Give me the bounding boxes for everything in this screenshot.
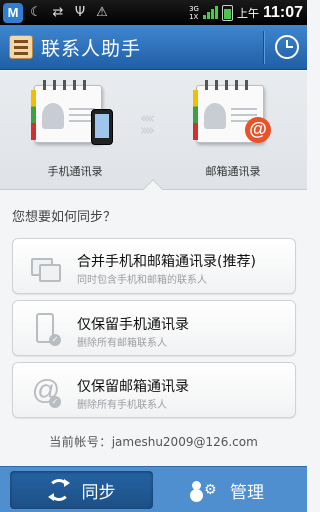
option-merge-button[interactable]: 合并手机和邮箱通讯录(推荐) 同时包含手机和邮箱的联系人 bbox=[12, 238, 296, 294]
option-merge-title: 合并手机和邮箱通讯录(推荐) bbox=[77, 254, 256, 270]
network-type: 3G 1X bbox=[189, 5, 199, 21]
warning-icon: ⚠ bbox=[96, 5, 108, 20]
option-keep-phone-subtitle: 删除所有邮箱联系人 bbox=[77, 338, 167, 349]
current-account: 当前帐号：jameshu2009@126.com bbox=[0, 433, 307, 450]
sync-icon bbox=[47, 479, 70, 501]
network-bottom-label: 1X bbox=[189, 12, 199, 21]
bottom-tab-bar: 同步 管理 bbox=[0, 466, 307, 512]
option-keep-email-title: 仅保留邮箱通讯录 bbox=[77, 379, 189, 395]
sync-direction-arrows-icon: ‹‹‹‹ ›››› bbox=[140, 109, 155, 139]
mobile-phone-icon bbox=[91, 109, 113, 145]
tab-sync-label: 同步 bbox=[81, 482, 116, 503]
status-bar: M ☾ ⇄ Ψ ⚠ 3G 1X 上午 11:07 bbox=[0, 0, 307, 25]
battery-icon bbox=[221, 4, 233, 21]
phone-icon: ✓ bbox=[29, 312, 63, 346]
account-label: 当前帐号： bbox=[49, 435, 112, 449]
moon-icon: ☾ bbox=[30, 5, 42, 20]
usb-icon: Ψ bbox=[74, 5, 86, 20]
app-notification-icon: M bbox=[3, 2, 23, 23]
page-title: 联系人助手 bbox=[41, 37, 142, 60]
tab-manage[interactable]: 管理 bbox=[155, 471, 299, 509]
signal-icon bbox=[202, 6, 218, 19]
email-contacts-label: 邮箱通讯录 bbox=[205, 165, 261, 178]
option-keep-phone-button[interactable]: ✓ 仅保留手机通讯录 删除所有邮箱联系人 bbox=[12, 300, 296, 356]
option-keep-email-button[interactable]: @ ✓ 仅保留邮箱通讯录 删除所有手机联系人 bbox=[12, 362, 296, 418]
contacts-app-icon bbox=[9, 35, 33, 59]
manage-contacts-icon bbox=[190, 479, 218, 501]
tab-manage-label: 管理 bbox=[230, 482, 264, 503]
title-divider bbox=[263, 31, 264, 64]
title-bar: 联系人助手 bbox=[0, 25, 307, 70]
option-merge-subtitle: 同时包含手机和邮箱的联系人 bbox=[77, 275, 207, 286]
clock-time: 11:07 bbox=[262, 3, 303, 21]
history-clock-icon[interactable] bbox=[275, 35, 299, 59]
merge-icon bbox=[29, 250, 63, 284]
email-at-icon: @ bbox=[245, 117, 271, 143]
tab-sync[interactable]: 同步 bbox=[10, 471, 153, 509]
ampm-label: 上午 bbox=[236, 6, 259, 20]
sync-illustration: ‹‹‹‹ ›››› @ 手机通讯录 邮箱通讯录 bbox=[0, 71, 307, 189]
network-top-label: 3G bbox=[189, 4, 199, 13]
option-keep-email-subtitle: 删除所有手机联系人 bbox=[77, 400, 167, 411]
sync-arrows-icon: ⇄ bbox=[52, 5, 64, 20]
account-email: jameshu2009@126.com bbox=[111, 435, 258, 449]
option-keep-phone-title: 仅保留手机通讯录 bbox=[77, 317, 189, 333]
phone-contacts-label: 手机通讯录 bbox=[47, 165, 103, 178]
at-icon: @ ✓ bbox=[31, 374, 61, 408]
sync-question: 您想要如何同步？ bbox=[12, 210, 117, 225]
check-icon: ✓ bbox=[49, 396, 61, 408]
check-icon: ✓ bbox=[49, 334, 61, 346]
